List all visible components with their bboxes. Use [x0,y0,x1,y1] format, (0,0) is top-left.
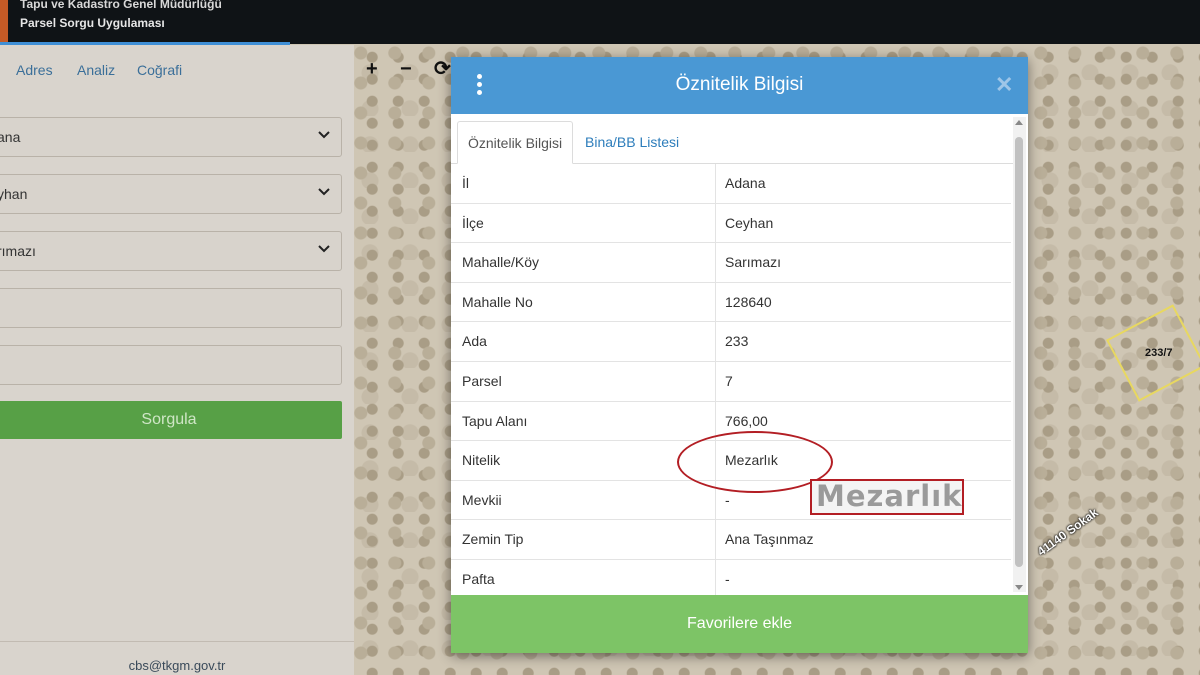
row-value: Sarımazı [725,254,782,271]
footer-divider [0,641,354,642]
left-query-panel: Adres Analiz Coğrafi ana yhan rımazı Sor… [0,45,354,675]
scroll-down-icon[interactable] [1015,585,1023,590]
parcel-label: 233/7 [1145,347,1173,359]
row-key: Mahalle/Köy [462,254,540,271]
scroll-thumb[interactable] [1015,137,1023,567]
zoomed-text: Mezarlık [816,479,963,513]
table-row: İlçe Ceyhan [451,203,1011,244]
row-key: Pafta [462,570,495,587]
row-value: - [725,570,730,587]
zoom-out-button[interactable]: − [400,58,434,81]
brand-accent [0,0,8,44]
tab-cografi[interactable]: Coğrafi [137,62,182,78]
table-row: Zemin Tip Ana Taşınmaz [451,520,1011,560]
table-scrollbar[interactable] [1013,117,1026,592]
chevron-down-icon [317,127,331,141]
row-key: Zemin Tip [462,531,524,548]
contact-email[interactable]: cbs@tkgm.gov.tr [0,658,354,673]
province-value: ana [0,129,21,145]
attribute-table: İl Adana İlçe Ceyhan Mahalle/Köy Sarımazı M… [451,164,1011,600]
attribute-info-modal: Öznitelik Bilgisi ✕ Öznitelik Bilgisi Bi… [451,57,1028,653]
row-key: Tapu Alanı [462,412,528,429]
table-row: Mahalle No 128640 [451,282,1011,323]
row-value: 233 [725,333,749,350]
row-value: 7 [725,372,733,389]
row-value: 128640 [725,293,772,310]
close-icon[interactable]: ✕ [995,72,1013,98]
table-row: Pafta - [451,559,1011,600]
modal-title: Öznitelik Bilgisi [675,74,804,95]
zoomed-annotation: Mezarlık [810,479,964,515]
district-select[interactable]: yhan [0,174,342,214]
neighborhood-value: rımazı [0,243,36,259]
block-input[interactable] [0,288,342,328]
row-value: - [725,491,730,508]
tab-attribute-info[interactable]: Öznitelik Bilgisi [457,121,574,164]
org-name: Tapu ve Kadastro Genel Müdürlüğü [20,0,222,11]
row-key: İlçe [462,214,484,231]
table-row: Ada 233 [451,322,1011,362]
neighborhood-select[interactable]: rımazı [0,231,342,271]
table-row: Parsel 7 [451,361,1011,402]
row-key: Ada [462,333,487,350]
row-value: 766,00 [725,412,768,429]
province-select[interactable]: ana [0,117,342,157]
tab-building-list[interactable]: Bina/BB Listesi [575,121,689,164]
row-key: Mevkii [462,491,502,508]
tab-analiz[interactable]: Analiz [77,62,115,78]
modal-header: Öznitelik Bilgisi ✕ [451,57,1028,114]
district-value: yhan [0,186,28,202]
table-row: İl Adana [451,164,1011,204]
row-value: Ana Taşınmaz [725,531,814,548]
tab-adres[interactable]: Adres [16,62,53,78]
scroll-up-icon[interactable] [1015,120,1023,125]
row-key: İl [462,175,469,191]
app-name: Parsel Sorgu Uygulaması [20,16,165,30]
table-row: Mahalle/Köy Sarımazı [451,243,1011,283]
chevron-down-icon [317,241,331,255]
row-key: Mahalle No [462,293,533,310]
row-value: Adana [725,175,766,191]
add-favorite-button[interactable]: Favorilere ekle [451,595,1028,653]
parcel-input[interactable] [0,345,342,385]
left-tabs: Adres Analiz Coğrafi [0,45,354,95]
row-key: Parsel [462,372,502,389]
query-button[interactable]: Sorgula [0,401,342,439]
row-value: Ceyhan [725,214,774,231]
chevron-down-icon [317,184,331,198]
row-key: Nitelik [462,452,501,469]
app-header: Tapu ve Kadastro Genel Müdürlüğü Parsel … [0,0,1200,45]
zoom-in-button[interactable]: + [366,58,400,81]
modal-tabs: Öznitelik Bilgisi Bina/BB Listesi [451,114,1013,164]
